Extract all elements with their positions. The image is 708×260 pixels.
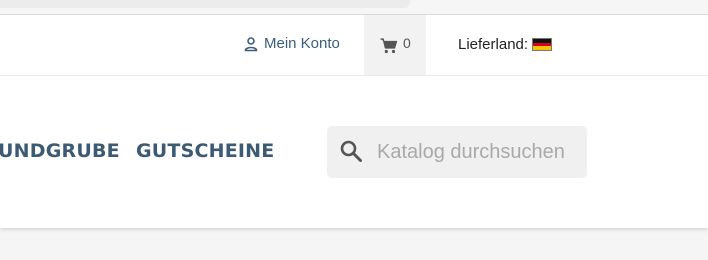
- nav-item-gutscheine[interactable]: GUTSCHEINE: [136, 140, 274, 162]
- germany-flag-icon: [532, 38, 553, 51]
- account-label: Mein Konto: [264, 35, 340, 52]
- site-header: Mein Konto 0 Lieferland: UNDGRUBE GUTSCH…: [0, 15, 708, 228]
- nav-item-fundgrube[interactable]: UNDGRUBE: [0, 140, 120, 162]
- top-partial-field: [0, 0, 410, 8]
- user-bar: Mein Konto 0 Lieferland:: [0, 15, 708, 76]
- user-icon: [244, 36, 258, 51]
- delivery-label: Lieferland:: [458, 36, 529, 53]
- account-link[interactable]: Mein Konto: [243, 35, 340, 52]
- search-box: [327, 126, 587, 178]
- search-icon[interactable]: [339, 139, 363, 163]
- top-strip: [0, 0, 708, 15]
- delivery-country-selector[interactable]: Lieferland:: [458, 36, 553, 53]
- cart-button[interactable]: 0: [364, 15, 426, 75]
- search-input[interactable]: [377, 135, 572, 169]
- cart-count: 0: [403, 35, 411, 51]
- shopping-cart-icon: [380, 38, 398, 54]
